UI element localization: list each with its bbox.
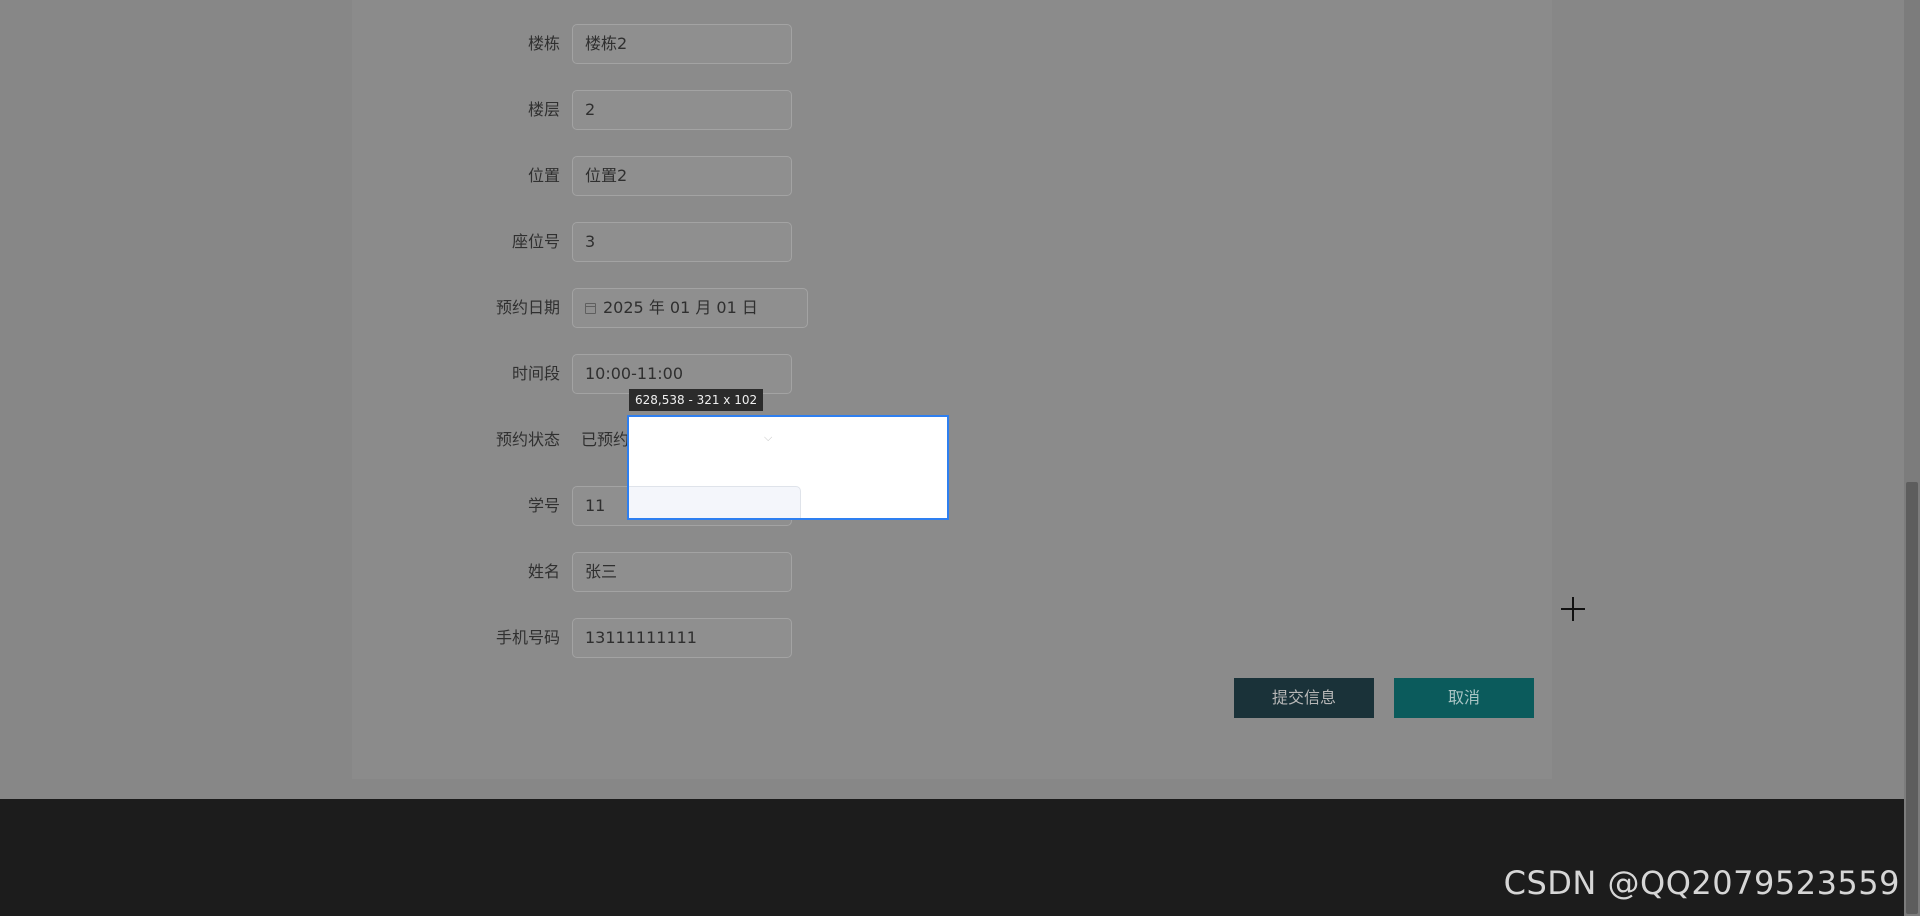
location-label: 位置 [527, 166, 560, 185]
name-label: 姓名 [527, 562, 560, 581]
vertical-scrollbar[interactable] [1904, 0, 1920, 916]
booking-date-row: 预约日期 2025 年 01 月 01 日 [352, 288, 1552, 328]
building-row: 楼栋 楼栋2 [352, 24, 1552, 64]
submit-button[interactable]: 提交信息 [1234, 678, 1374, 718]
location-row: 位置 位置2 [352, 156, 1552, 196]
phone-label: 手机号码 [495, 628, 560, 647]
location-input[interactable]: 位置2 [572, 156, 792, 196]
cancel-button[interactable]: 取消 [1394, 678, 1534, 718]
booking-form: 楼栋 楼栋2 楼层 2 位置 位置2 座位号 3 预约日期 2025 年 01 … [352, 0, 1552, 779]
booking-date-label: 预约日期 [495, 298, 560, 317]
status-select[interactable]: 已预约 [581, 420, 629, 460]
phone-row: 手机号码 13111111111 [352, 618, 1552, 658]
time-slot-input[interactable]: 10:00-11:00 [572, 354, 792, 394]
time-slot-label: 时间段 [511, 364, 560, 383]
status-label: 预约状态 [495, 430, 560, 449]
chevron-down-icon: ⌵ [764, 431, 773, 444]
phone-input[interactable]: 13111111111 [572, 618, 792, 658]
time-slot-row: 时间段 10:00-11:00 [352, 354, 1552, 394]
student-id-label: 学号 [527, 496, 560, 515]
seat-number-row: 座位号 3 [352, 222, 1552, 262]
booking-date-value: 2025 年 01 月 01 日 [603, 298, 758, 317]
name-input[interactable]: 张三 [572, 552, 792, 592]
watermark: CSDN @QQ2079523559 [1503, 864, 1900, 902]
calendar-icon [585, 302, 596, 314]
floor-label: 楼层 [527, 100, 560, 119]
building-label: 楼栋 [527, 34, 560, 53]
student-id-input-preview [629, 486, 801, 518]
status-row: 预约状态 已预约 [352, 420, 1552, 460]
floor-input[interactable]: 2 [572, 90, 792, 130]
student-id-row: 学号 11 [352, 486, 1552, 526]
name-row: 姓名 张三 [352, 552, 1552, 592]
scrollbar-thumb[interactable] [1906, 482, 1918, 914]
seat-number-label: 座位号 [511, 232, 560, 251]
selection-size-tooltip: 628,538 - 321 x 102 [629, 389, 764, 411]
floor-row: 楼层 2 [352, 90, 1552, 130]
footer: CSDN @QQ2079523559 [0, 799, 1904, 916]
booking-date-picker[interactable]: 2025 年 01 月 01 日 [572, 288, 808, 328]
building-input[interactable]: 楼栋2 [572, 24, 792, 64]
crosshair-cursor-icon [1561, 597, 1585, 621]
screenshot-selection-box[interactable]: ⌵ [627, 415, 949, 520]
seat-number-input[interactable]: 3 [572, 222, 792, 262]
